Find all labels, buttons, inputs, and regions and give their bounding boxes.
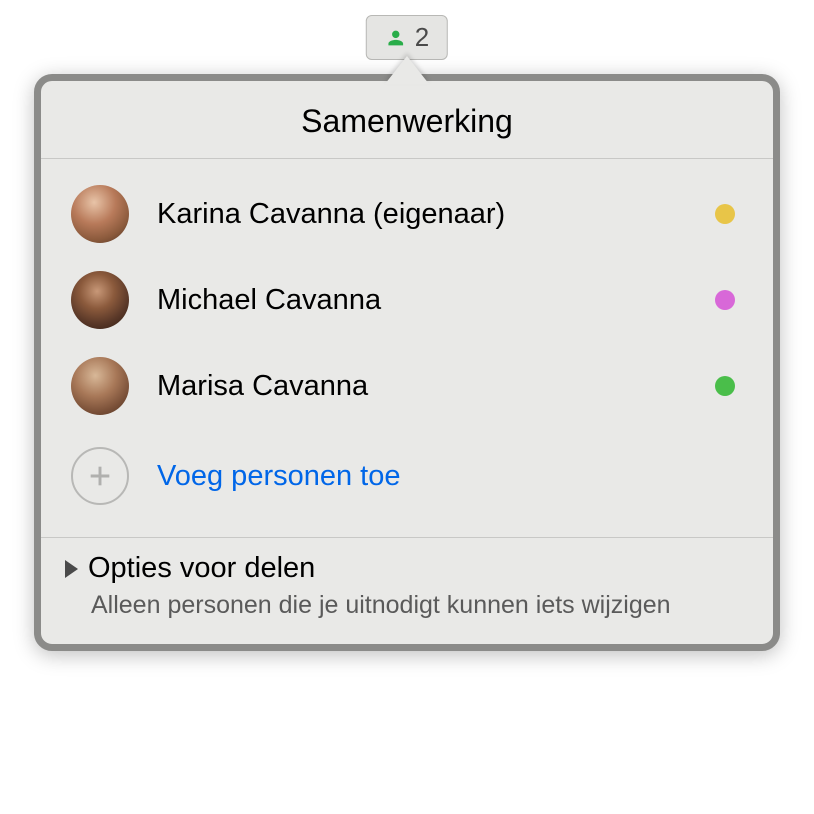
avatar (71, 185, 129, 243)
participant-row[interactable]: Karina Cavanna (eigenaar) (41, 171, 773, 257)
add-people-label: Voeg personen toe (157, 460, 400, 493)
avatar (71, 357, 129, 415)
share-options-row[interactable]: Opties voor delen Alleen personen die je… (41, 538, 773, 644)
status-dot (715, 290, 735, 310)
share-options-header: Opties voor delen (65, 552, 745, 585)
participant-row[interactable]: Michael Cavanna (41, 257, 773, 343)
add-people-button[interactable]: Voeg personen toe (41, 429, 773, 527)
collaborator-count: 2 (415, 22, 429, 53)
popover-title: Samenwerking (41, 103, 773, 140)
participant-name: Michael Cavanna (157, 284, 715, 317)
status-dot (715, 376, 735, 396)
participant-row[interactable]: Marisa Cavanna (41, 343, 773, 429)
avatar (71, 271, 129, 329)
plus-icon (71, 447, 129, 505)
popover-header: Samenwerking (41, 81, 773, 159)
chevron-right-icon (65, 560, 78, 578)
popover-arrow (385, 56, 429, 84)
share-options-title: Opties voor delen (88, 552, 315, 585)
participants-list: Karina Cavanna (eigenaar) Michael Cavann… (41, 159, 773, 538)
participant-name: Karina Cavanna (eigenaar) (157, 198, 715, 231)
share-options-subtitle: Alleen personen die je uitnodigt kunnen … (91, 589, 745, 622)
collaboration-popover: Samenwerking Karina Cavanna (eigenaar) M… (34, 74, 780, 651)
person-icon (385, 27, 407, 49)
participant-name: Marisa Cavanna (157, 370, 715, 403)
collaboration-button[interactable]: 2 (366, 15, 448, 60)
status-dot (715, 204, 735, 224)
